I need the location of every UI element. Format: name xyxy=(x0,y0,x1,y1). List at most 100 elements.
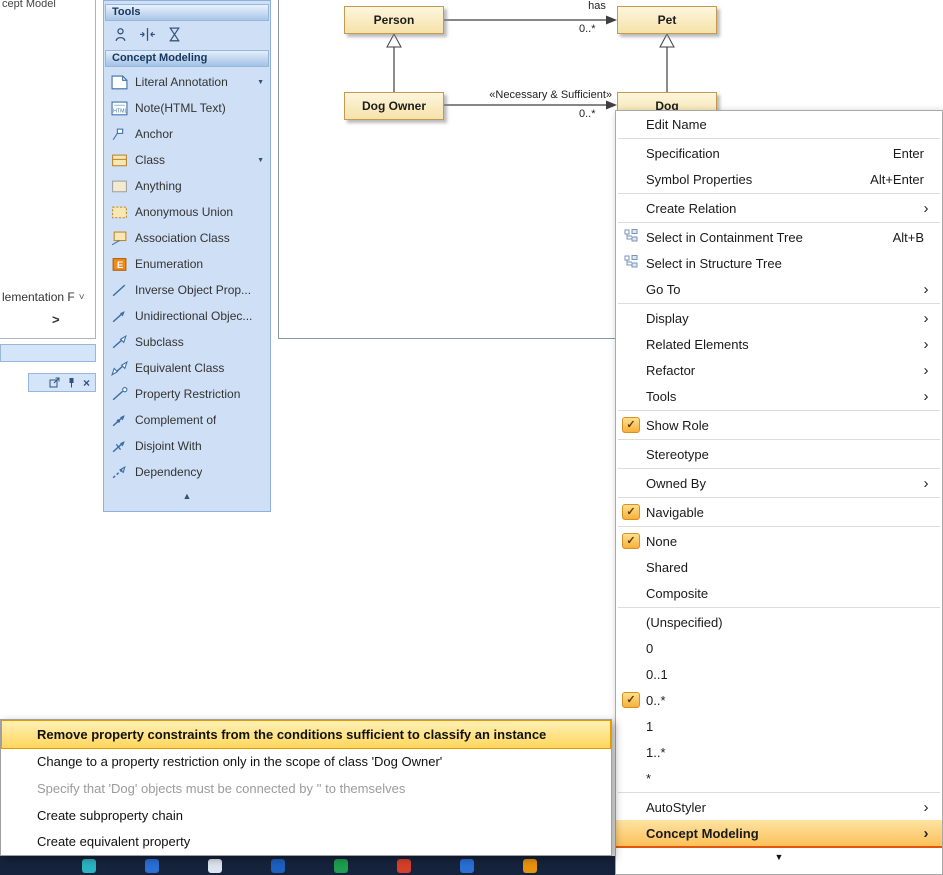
dropdown-arrow-icon[interactable]: ▼ xyxy=(257,157,264,164)
palette-item-note-html[interactable]: HTML Note(HTML Text) xyxy=(104,95,270,121)
menu-item-navigable[interactable]: ✓Navigable xyxy=(616,499,942,525)
menu-item-shared[interactable]: Shared xyxy=(616,554,942,580)
dropdown-arrow-icon[interactable]: ▼ xyxy=(257,79,264,86)
menu-item-0-star[interactable]: ✓0..* xyxy=(616,687,942,713)
expand-chevron-button[interactable]: > xyxy=(52,312,60,327)
palette-item-complement-of[interactable]: Complement of xyxy=(104,407,270,433)
multiplicity-label[interactable]: 0..* xyxy=(579,23,596,35)
palette-item-association-class[interactable]: Association Class xyxy=(104,225,270,251)
hourglass-tool-icon[interactable] xyxy=(166,27,183,41)
menu-item-create-relation[interactable]: Create Relation› xyxy=(616,195,942,221)
submenu-item-specify-dog-self-connection: Specify that 'Dog' objects must be conne… xyxy=(1,775,611,802)
palette-item-anonymous-union[interactable]: Anonymous Union xyxy=(104,199,270,225)
checkmark-icon: ✓ xyxy=(622,417,640,433)
orange-app-icon[interactable] xyxy=(523,859,537,873)
multiplicity-label[interactable]: 0..* xyxy=(579,108,596,120)
pin-panel-icon[interactable] xyxy=(67,377,76,388)
palette-item-subclass[interactable]: Subclass xyxy=(104,329,270,355)
generalization-arrowhead xyxy=(387,34,401,47)
submenu-item-create-subproperty-chain[interactable]: Create subproperty chain xyxy=(1,802,611,829)
submenu-arrow-icon: › xyxy=(918,826,934,841)
palette-tool-row xyxy=(104,21,270,47)
palette-header-tools[interactable]: Tools xyxy=(105,4,269,21)
close-panel-icon[interactable]: × xyxy=(83,377,90,389)
blue-app-icon-3[interactable] xyxy=(460,859,474,873)
menu-item-edit-name[interactable]: Edit Name xyxy=(616,111,942,137)
left-dock-panel: cept Model lementation F ˅ > xyxy=(0,0,96,339)
menu-item-concept-modeling[interactable]: Concept Modeling› xyxy=(616,820,942,846)
palette-item-unidirectional-object-property[interactable]: Unidirectional Objec... xyxy=(104,303,270,329)
collapsed-panel-bar[interactable] xyxy=(0,344,96,362)
menu-item-none[interactable]: ✓None xyxy=(616,528,942,554)
submenu-arrow-icon: › xyxy=(918,311,934,326)
menu-item-1-star[interactable]: 1..* xyxy=(616,739,942,765)
menu-item-go-to[interactable]: Go To› xyxy=(616,276,942,302)
palette-item-inverse-object-property[interactable]: Inverse Object Prop... xyxy=(104,277,270,303)
palette-item-dependency[interactable]: Dependency xyxy=(104,459,270,485)
menu-shortcut: Enter xyxy=(893,146,934,161)
checkmark-icon: ✓ xyxy=(622,692,640,708)
menu-item-stereotype[interactable]: Stereotype xyxy=(616,441,942,467)
menu-item-star[interactable]: * xyxy=(616,765,942,791)
menu-item-related-elements[interactable]: Related Elements› xyxy=(616,331,942,357)
menu-item-specification[interactable]: SpecificationEnter xyxy=(616,140,942,166)
class-pet[interactable]: Pet xyxy=(617,6,717,34)
submenu-arrow-icon: › xyxy=(918,800,934,815)
stereotype-label[interactable]: «Necessary & Sufficient» xyxy=(447,89,612,101)
blue-app-icon[interactable] xyxy=(145,859,159,873)
submenu-arrow-icon: › xyxy=(918,282,934,297)
association-arrowhead xyxy=(606,16,617,25)
menu-item-display[interactable]: Display› xyxy=(616,305,942,331)
anonymous-union-icon xyxy=(111,205,128,219)
menu-item-refactor[interactable]: Refactor› xyxy=(616,357,942,383)
palette-item-class[interactable]: Class ▼ xyxy=(104,147,270,173)
palette-item-literal-annotation[interactable]: Literal Annotation ▼ xyxy=(104,69,270,95)
red-app-icon[interactable] xyxy=(397,859,411,873)
swimlane-tool-icon[interactable] xyxy=(139,27,156,41)
menu-item-select-in-containment-tree[interactable]: Select in Containment TreeAlt+B xyxy=(616,224,942,250)
menu-item-unspecified[interactable]: (Unspecified) xyxy=(616,609,942,635)
palette-item-anything[interactable]: Anything xyxy=(104,173,270,199)
scroll-down-icon: ▼ xyxy=(775,852,784,862)
palette-section-concept-modeling[interactable]: Concept Modeling xyxy=(105,50,269,67)
collapse-caret-icon[interactable]: ˅ xyxy=(79,292,85,303)
menu-item-composite[interactable]: Composite xyxy=(616,580,942,606)
menu-item-owned-by[interactable]: Owned By› xyxy=(616,470,942,496)
class-person[interactable]: Person xyxy=(344,6,444,34)
class-dog-owner[interactable]: Dog Owner xyxy=(344,92,444,120)
menu-item-symbol-properties[interactable]: Symbol PropertiesAlt+Enter xyxy=(616,166,942,192)
palette-item-property-restriction[interactable]: Property Restriction xyxy=(104,381,270,407)
menu-item-show-role[interactable]: ✓Show Role xyxy=(616,412,942,438)
palette-scroll-up-icon[interactable]: ▲ xyxy=(104,491,270,501)
literal-annotation-icon xyxy=(111,75,128,89)
submenu-item-change-to-property-restriction[interactable]: Change to a property restriction only in… xyxy=(1,749,611,776)
blue-app-icon-2[interactable] xyxy=(271,859,285,873)
anything-icon xyxy=(111,179,128,193)
float-panel-icon[interactable] xyxy=(49,377,60,388)
palette-item-enumeration[interactable]: E Enumeration xyxy=(104,251,270,277)
enumeration-icon: E xyxy=(111,257,128,271)
palette-item-disjoint-with[interactable]: Disjoint With xyxy=(104,433,270,459)
windows-taskbar xyxy=(0,856,616,875)
association-name-label[interactable]: has xyxy=(579,0,615,12)
green-app-icon[interactable] xyxy=(334,859,348,873)
submenu-item-remove-property-constraints[interactable]: Remove property constraints from the con… xyxy=(1,720,611,749)
menu-item-tools[interactable]: Tools› xyxy=(616,383,942,409)
menu-item-0[interactable]: 0 xyxy=(616,635,942,661)
palette-item-anchor[interactable]: Anchor xyxy=(104,121,270,147)
teal-app-icon[interactable] xyxy=(82,859,96,873)
menu-item-0-1[interactable]: 0..1 xyxy=(616,661,942,687)
person-tool-icon[interactable] xyxy=(112,27,129,41)
menu-separator xyxy=(618,439,940,440)
implementation-tree-item[interactable]: lementation F ˅ xyxy=(2,290,85,304)
subclass-icon xyxy=(111,335,128,349)
palette-item-equivalent-class[interactable]: Equivalent Class xyxy=(104,355,270,381)
light-app-icon[interactable] xyxy=(208,859,222,873)
menu-scroll-down-area[interactable]: ▼ xyxy=(616,846,942,874)
containment-tree-icon xyxy=(624,229,638,245)
class-name: Person xyxy=(374,13,415,27)
menu-item-select-in-structure-tree[interactable]: Select in Structure Tree xyxy=(616,250,942,276)
menu-item-autostyler[interactable]: AutoStyler› xyxy=(616,794,942,820)
submenu-item-create-equivalent-property[interactable]: Create equivalent property xyxy=(1,828,611,855)
menu-item-1[interactable]: 1 xyxy=(616,713,942,739)
